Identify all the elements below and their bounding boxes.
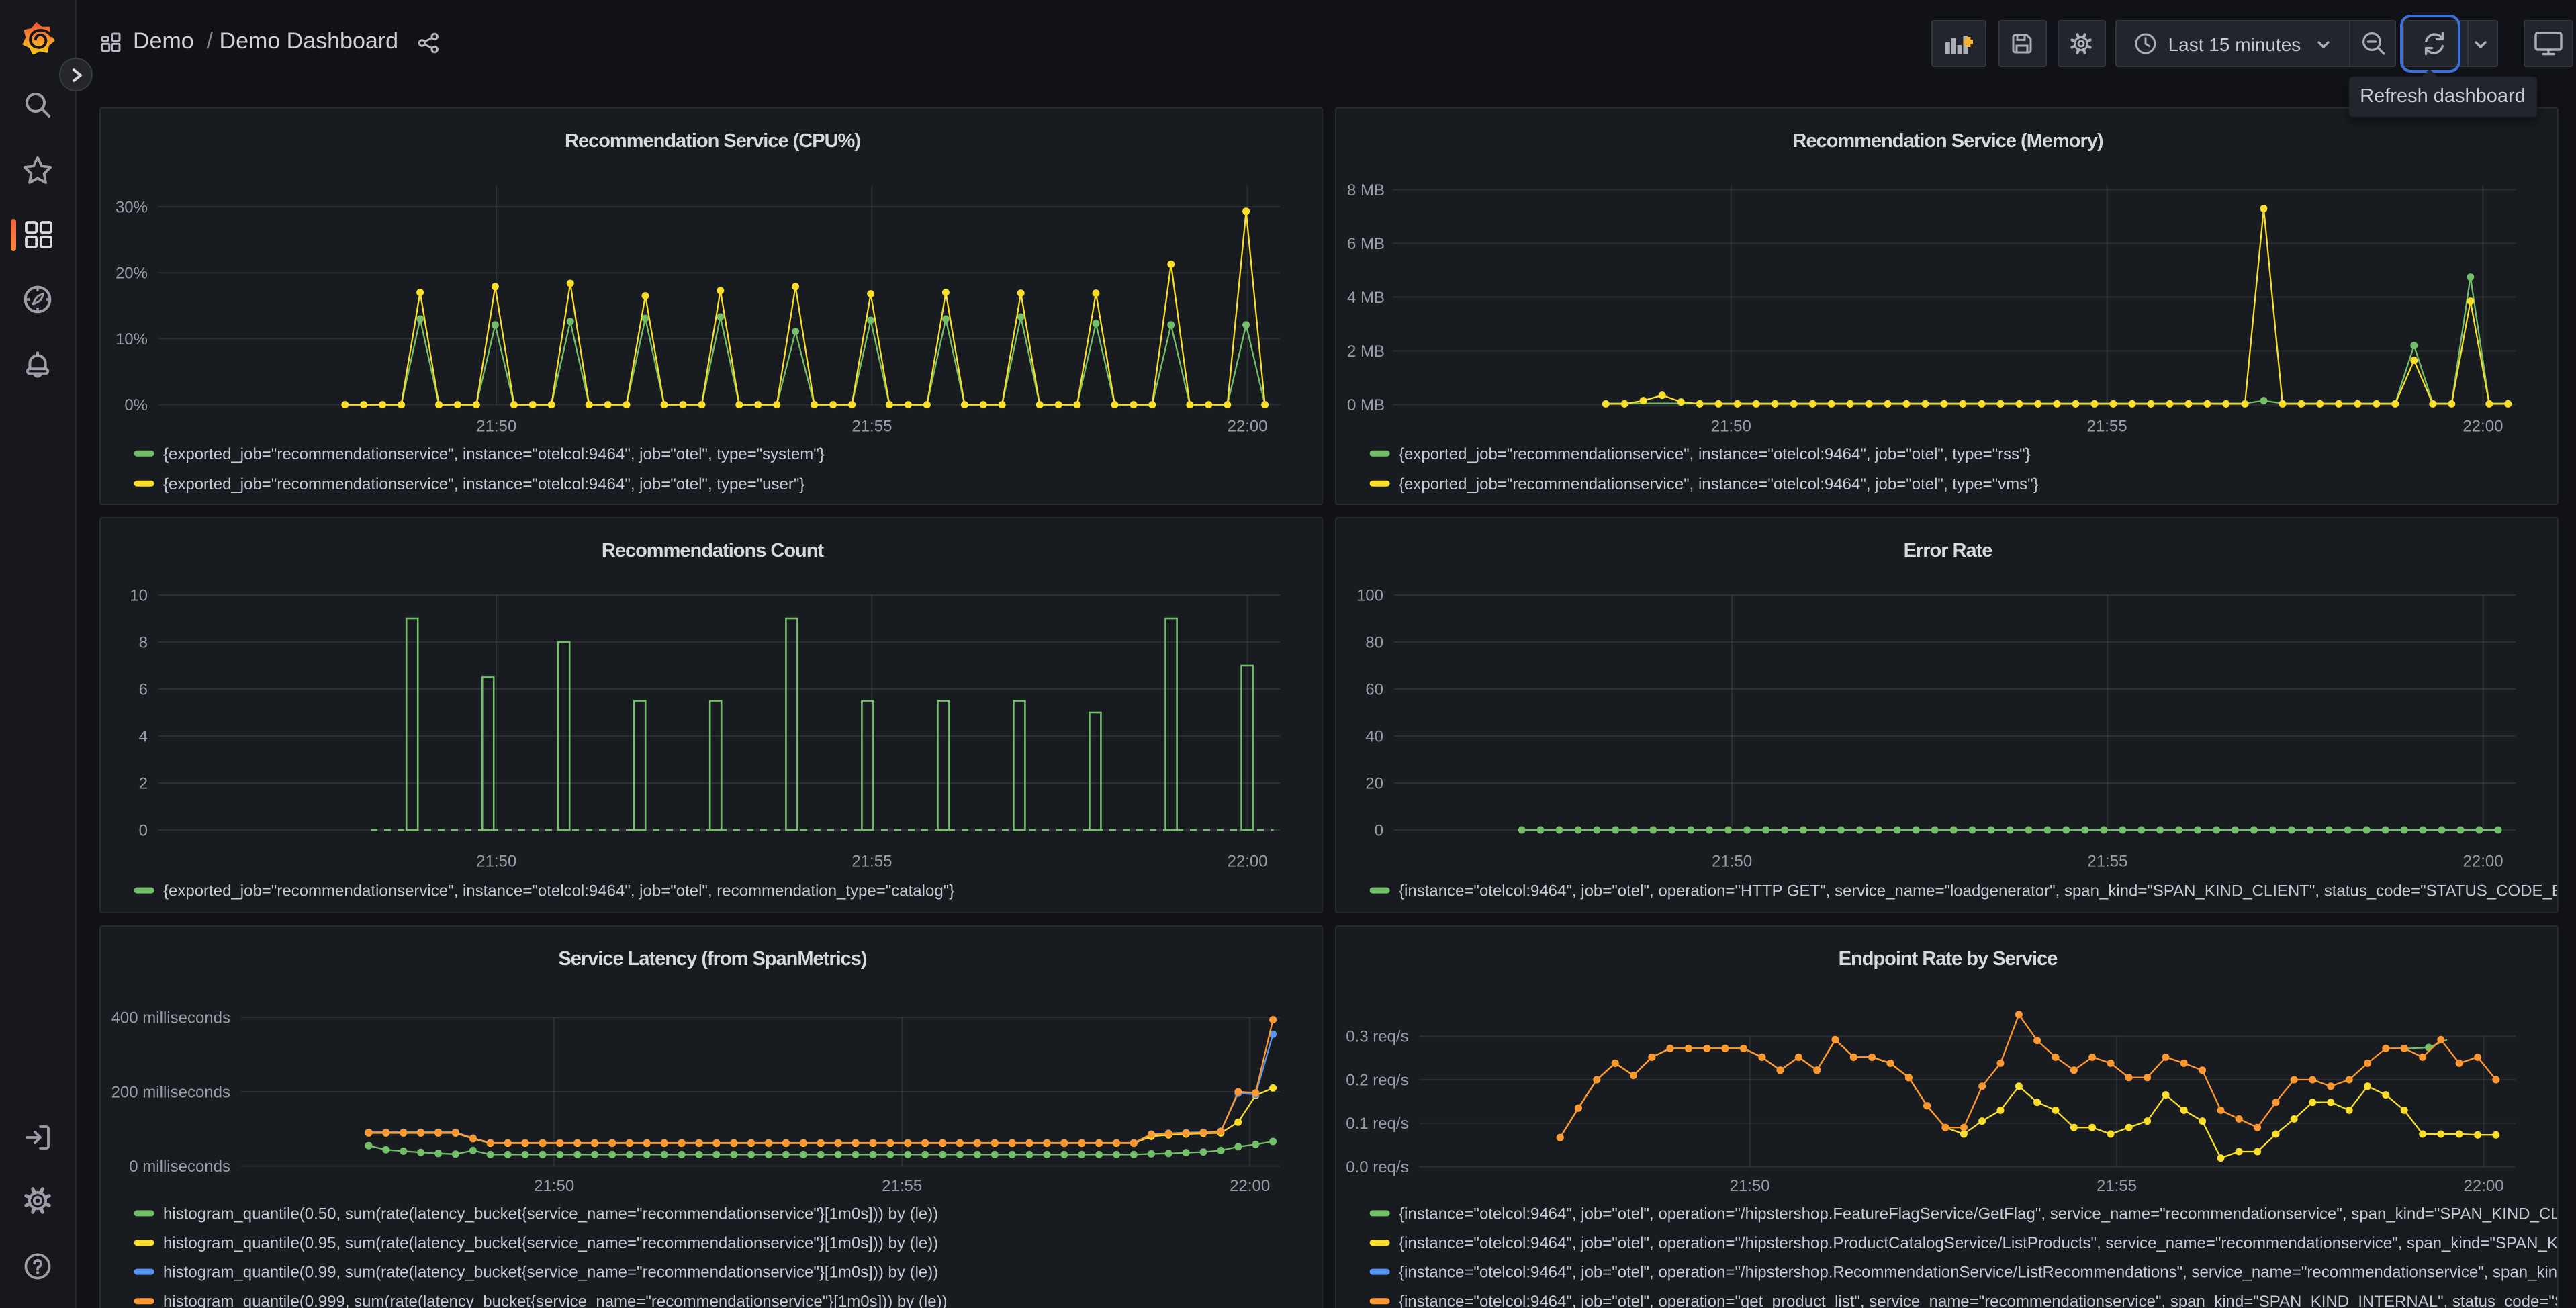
svg-text:40: 40 [1365,727,1383,745]
svg-text:22:00: 22:00 [1229,1177,1269,1195]
svg-text:21:55: 21:55 [2087,852,2127,870]
svg-text:80: 80 [1365,633,1383,651]
svg-text:22:00: 22:00 [1227,417,1267,435]
svg-text:6: 6 [138,680,147,698]
svg-text:60: 60 [1365,680,1383,698]
svg-text:histogram_quantile(0.50, sum(r: histogram_quantile(0.50, sum(rate(latenc… [163,1205,937,1223]
svg-text:Error Rate: Error Rate [1904,540,1993,561]
svg-text:21:55: 21:55 [851,417,891,435]
svg-text:22:00: 22:00 [2463,852,2503,870]
svg-text:{instance="otelcol:9464", job=: {instance="otelcol:9464", job="otel", op… [1399,1205,2558,1223]
svg-text:10: 10 [129,586,147,604]
svg-text:8 MB: 8 MB [1347,181,1385,199]
svg-text:Recommendation Service (Memory: Recommendation Service (Memory) [1792,130,2103,152]
svg-text:21:50: 21:50 [475,852,516,870]
svg-text:20: 20 [1365,774,1383,792]
svg-text:{exported_job="recommendations: {exported_job="recommendationservice", i… [163,882,954,900]
svg-text:4 MB: 4 MB [1347,289,1385,307]
svg-text:{instance="otelcol:9464", job=: {instance="otelcol:9464", job="otel", op… [1399,1263,2558,1281]
svg-text:21:50: 21:50 [475,417,516,435]
svg-text:Recommendation Service (CPU%): Recommendation Service (CPU%) [564,130,860,152]
svg-text:20%: 20% [115,265,147,283]
svg-text:0 MB: 0 MB [1347,396,1385,414]
svg-text:Service Latency (from SpanMetr: Service Latency (from SpanMetrics) [557,948,866,970]
svg-text:2: 2 [138,774,147,792]
svg-text:21:55: 21:55 [2087,417,2127,435]
svg-text:21:55: 21:55 [881,1177,921,1195]
svg-text:30%: 30% [115,198,147,216]
svg-text:21:55: 21:55 [851,852,891,870]
svg-text:Recommendations Count: Recommendations Count [601,540,824,561]
svg-text:21:55: 21:55 [2097,1177,2137,1195]
svg-text:2 MB: 2 MB [1347,342,1385,361]
svg-text:0 milliseconds: 0 milliseconds [128,1158,230,1176]
svg-text:8: 8 [138,633,147,651]
svg-text:0.2 req/s: 0.2 req/s [1346,1071,1408,1089]
svg-text:4: 4 [138,727,147,745]
svg-text:22:00: 22:00 [2464,1177,2504,1195]
svg-text:{exported_job="recommendations: {exported_job="recommendationservice", i… [163,475,804,494]
svg-text:400 milliseconds: 400 milliseconds [111,1009,230,1027]
svg-text:histogram_quantile(0.99, sum(r: histogram_quantile(0.99, sum(rate(latenc… [163,1263,937,1281]
svg-text:0%: 0% [124,396,147,414]
svg-text:{exported_job="recommendations: {exported_job="recommendationservice", i… [163,445,824,463]
svg-text:21:50: 21:50 [1712,852,1752,870]
svg-text:{instance="otelcol:9464", job=: {instance="otelcol:9464", job="otel", op… [1399,1234,2558,1252]
svg-text:10%: 10% [115,330,147,348]
svg-text:{exported_job="recommendations: {exported_job="recommendationservice", i… [1399,445,2031,463]
svg-text:{instance="otelcol:9464", job=: {instance="otelcol:9464", job="otel", op… [1399,882,2558,900]
svg-text:22:00: 22:00 [1227,852,1267,870]
svg-text:100: 100 [1356,586,1383,604]
svg-text:0: 0 [138,821,147,839]
svg-text:0.0 req/s: 0.0 req/s [1346,1158,1408,1176]
svg-text:{exported_job="recommendations: {exported_job="recommendationservice", i… [1399,475,2039,494]
svg-text:21:50: 21:50 [1711,417,1751,435]
svg-text:21:50: 21:50 [1730,1177,1770,1195]
svg-text:0.3 req/s: 0.3 req/s [1346,1028,1408,1046]
svg-text:6 MB: 6 MB [1347,235,1385,253]
svg-text:histogram_quantile(0.95, sum(r: histogram_quantile(0.95, sum(rate(latenc… [163,1234,937,1252]
svg-text:0: 0 [1375,821,1383,839]
svg-text:{instance="otelcol:9464", job=: {instance="otelcol:9464", job="otel", op… [1399,1293,2558,1308]
svg-text:22:00: 22:00 [2463,417,2503,435]
svg-text:200 milliseconds: 200 milliseconds [111,1083,230,1101]
svg-text:histogram_quantile(0.999, sum(: histogram_quantile(0.999, sum(rate(laten… [163,1293,947,1308]
svg-text:Endpoint Rate by Service: Endpoint Rate by Service [1839,948,2058,970]
svg-text:21:50: 21:50 [533,1177,573,1195]
svg-text:0.1 req/s: 0.1 req/s [1346,1115,1408,1133]
